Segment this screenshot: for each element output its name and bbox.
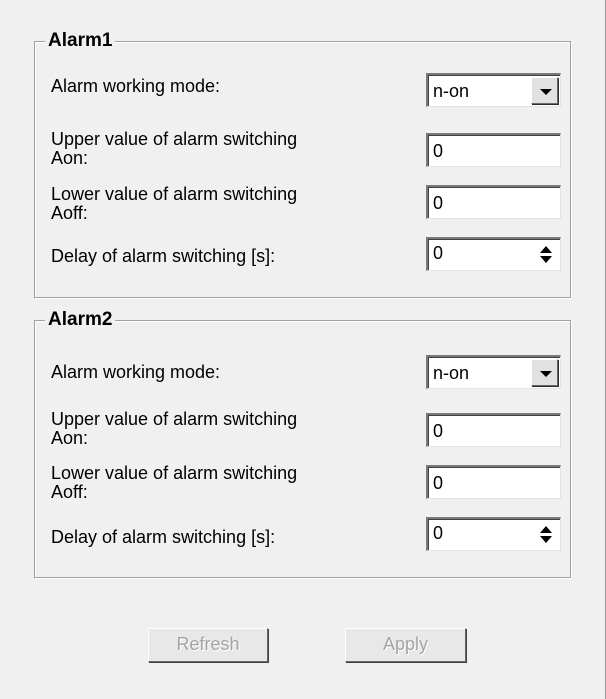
- alarm2-upper-label-line2: Aon:: [51, 428, 89, 448]
- alarm-settings-panel: Alarm1 Alarm working mode: n-on Upper va…: [0, 0, 606, 699]
- alarm1-upper-input[interactable]: 0: [426, 133, 561, 167]
- alarm1-lower-label: Lower value of alarm switching Aoff:: [51, 185, 371, 223]
- alarm2-lower-label-line1: Lower value of alarm switching: [51, 463, 298, 483]
- alarm1-delay-spinner[interactable]: 0: [426, 237, 561, 271]
- chevron-down-icon: [540, 89, 552, 95]
- alarm2-mode-label: Alarm working mode:: [51, 362, 221, 382]
- alarm1-upper-label-line1: Upper value of alarm switching: [51, 129, 298, 149]
- alarm1-delay-spin-buttons[interactable]: [535, 242, 557, 268]
- alarm1-lower-label-line1: Lower value of alarm switching: [51, 184, 298, 204]
- spin-down-icon[interactable]: [540, 256, 552, 263]
- chevron-down-icon: [540, 371, 552, 377]
- alarm2-group-title: Alarm2: [45, 310, 116, 330]
- spin-up-icon[interactable]: [540, 246, 552, 253]
- spin-down-icon[interactable]: [540, 536, 552, 543]
- alarm1-lower-value: 0: [433, 193, 444, 213]
- alarm1-upper-label: Upper value of alarm switching Aon:: [51, 130, 371, 168]
- alarm1-upper-label-line2: Aon:: [51, 148, 89, 168]
- alarm1-delay-value: 0: [433, 243, 444, 263]
- alarm2-mode-dropdown-button[interactable]: [531, 359, 558, 386]
- alarm2-lower-value: 0: [433, 473, 444, 493]
- alarm1-upper-value: 0: [433, 141, 444, 161]
- alarm2-lower-label-line2: Aoff:: [51, 482, 88, 502]
- alarm1-mode-dropdown[interactable]: n-on: [426, 73, 561, 107]
- alarm1-lower-label-line2: Aoff:: [51, 203, 88, 223]
- alarm2-upper-value: 0: [433, 421, 444, 441]
- alarm2-delay-spin-buttons[interactable]: [535, 522, 557, 548]
- alarm1-group-title: Alarm1: [45, 31, 116, 51]
- alarm2-group: Alarm2 Alarm working mode: n-on Upper va…: [34, 310, 571, 578]
- apply-button[interactable]: Apply: [345, 628, 466, 662]
- alarm1-delay-label: Delay of alarm switching [s]:: [51, 246, 276, 266]
- alarm2-lower-input[interactable]: 0: [426, 465, 561, 499]
- spin-up-icon[interactable]: [540, 526, 552, 533]
- alarm2-mode-dropdown[interactable]: n-on: [426, 355, 561, 389]
- alarm1-mode-value: n-on: [433, 81, 470, 101]
- alarm1-mode-label: Alarm working mode:: [51, 76, 221, 96]
- alarm2-lower-label: Lower value of alarm switching Aoff:: [51, 464, 371, 502]
- alarm2-upper-input[interactable]: 0: [426, 413, 561, 447]
- alarm2-upper-label-line1: Upper value of alarm switching: [51, 409, 298, 429]
- alarm1-lower-input[interactable]: 0: [426, 185, 561, 219]
- alarm2-upper-label: Upper value of alarm switching Aon:: [51, 410, 371, 448]
- alarm1-mode-dropdown-button[interactable]: [531, 77, 558, 104]
- alarm1-group: Alarm1 Alarm working mode: n-on Upper va…: [34, 31, 571, 298]
- alarm2-delay-value: 0: [433, 523, 444, 543]
- alarm2-delay-spinner[interactable]: 0: [426, 517, 561, 551]
- alarm2-delay-label: Delay of alarm switching [s]:: [51, 527, 276, 547]
- alarm2-mode-value: n-on: [433, 363, 470, 383]
- refresh-button[interactable]: Refresh: [148, 628, 268, 662]
